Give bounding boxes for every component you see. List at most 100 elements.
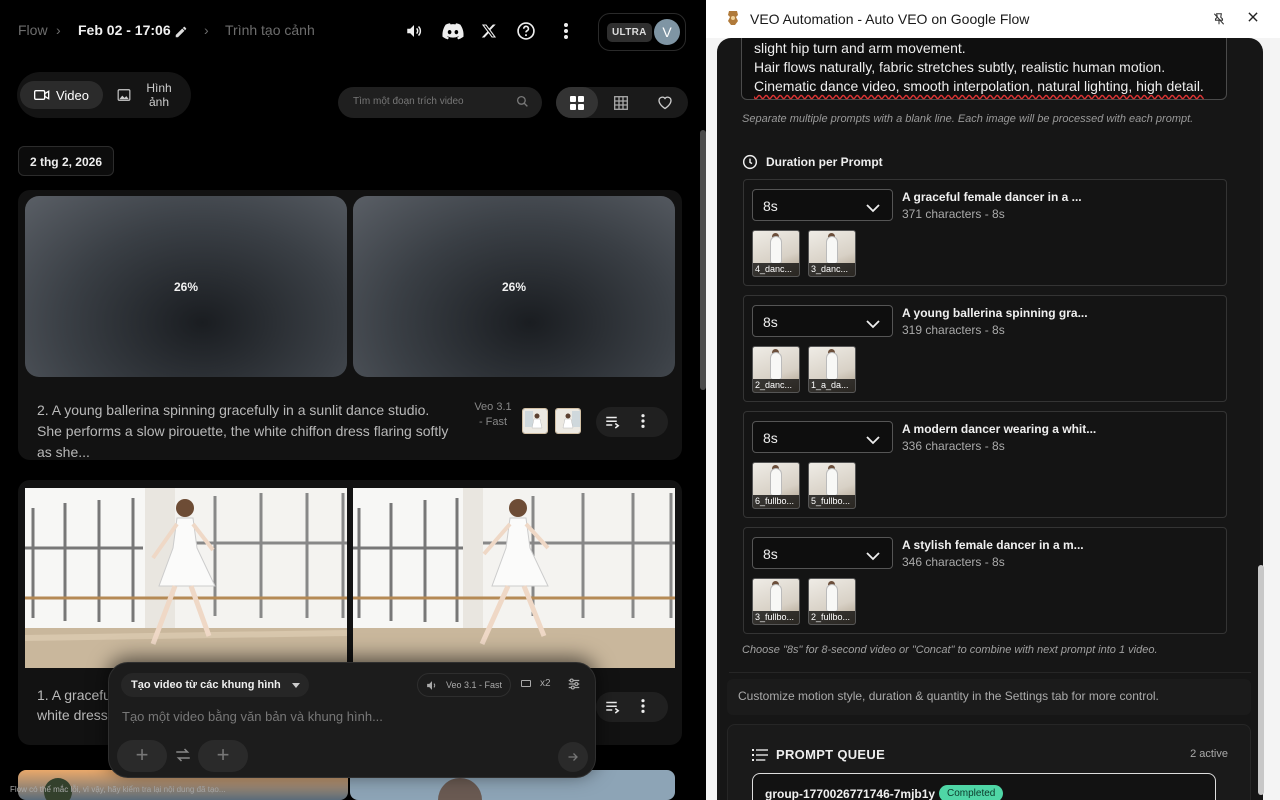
close-icon[interactable] — [1246, 10, 1260, 29]
more-vertical-icon[interactable] — [640, 698, 646, 719]
prompt-image-thumb[interactable]: 2_danc... — [752, 346, 800, 393]
add-start-frame-button[interactable]: + — [117, 740, 167, 772]
panel-titlebar: VEO Automation - Auto VEO on Google Flow — [706, 0, 1280, 38]
disclaimer-text: Flow có thể mắc lỗi, vì vậy, hãy kiểm tr… — [10, 785, 226, 794]
prompts-textarea[interactable]: slight hip turn and arm movement. Hair f… — [741, 38, 1227, 100]
duration-select[interactable]: 8s — [752, 305, 893, 337]
reuse-prompt-icon[interactable] — [604, 413, 622, 436]
card-prompt-text[interactable]: 2. A young ballerina spinning gracefully… — [37, 400, 457, 460]
caret-down-icon — [291, 683, 300, 688]
duration-hint: Choose "8s" for 8-second video or "Conca… — [742, 644, 1158, 656]
image-filename: 3_danc... — [809, 263, 855, 276]
tab-image[interactable]: Hình ảnh — [117, 79, 187, 111]
prompt-image-thumb[interactable]: 6_fullbo... — [752, 462, 800, 509]
unpin-icon[interactable] — [1212, 11, 1226, 32]
prompt-image-thumb[interactable]: 2_fullbo... — [808, 578, 856, 625]
clip-search[interactable]: Tìm một đoạn trích video — [338, 87, 542, 118]
prompt-meta: 319 characters - 8s — [902, 323, 1005, 337]
chevron-right-icon: › — [56, 22, 61, 38]
edit-pencil-icon[interactable] — [170, 21, 192, 43]
prompts-hint: Separate multiple prompts with a blank l… — [742, 113, 1194, 125]
duration-select[interactable]: 8s — [752, 421, 893, 453]
grid-large-view-button[interactable] — [556, 87, 598, 118]
video-result-tile[interactable] — [353, 488, 675, 668]
veo-automation-panel: VEO Automation - Auto VEO on Google Flow… — [706, 0, 1280, 800]
composer-input[interactable]: Tạo một video bằng văn bản và khung hình… — [122, 709, 383, 724]
search-icon[interactable] — [516, 95, 529, 113]
prompt-meta: 336 characters - 8s — [902, 439, 1005, 453]
prompt-image-thumb[interactable]: 3_fullbo... — [752, 578, 800, 625]
reference-frame-thumb[interactable] — [522, 408, 548, 434]
queue-heading-label: PROMPT QUEUE — [776, 747, 886, 762]
prompt-title: A modern dancer wearing a whit... — [902, 422, 1097, 436]
reference-frame-thumb[interactable] — [555, 408, 581, 434]
video-progress-tile[interactable]: 26% — [25, 196, 347, 377]
add-end-frame-button[interactable]: + — [198, 740, 248, 772]
chevron-down-icon — [866, 316, 880, 334]
grid-small-icon — [614, 95, 628, 110]
project-name[interactable]: Feb 02 - 17:06 — [78, 22, 171, 38]
more-vertical-icon[interactable] — [640, 413, 646, 434]
send-button[interactable] — [558, 742, 588, 772]
model-selector[interactable]: Veo 3.1 - Fast — [417, 673, 511, 697]
settings-sliders-icon[interactable] — [567, 677, 581, 696]
generation-mode-dropdown[interactable]: Tạo video từ các khung hình — [121, 673, 309, 697]
more-vertical-icon[interactable] — [555, 20, 577, 42]
aspect-ratio-icon[interactable] — [521, 680, 531, 687]
prompt-image-thumb[interactable]: 1_a_da... — [808, 346, 856, 393]
reuse-prompt-icon[interactable] — [604, 698, 622, 721]
breadcrumb-scene-builder[interactable]: Trình tạo cảnh — [225, 22, 315, 38]
panel-title: VEO Automation - Auto VEO on Google Flow — [750, 11, 1030, 27]
avatar[interactable]: V — [654, 19, 680, 45]
duration-heading: Duration per Prompt — [742, 154, 883, 170]
panel-scrollbar[interactable] — [1258, 565, 1264, 795]
prompt-duration-row: 8s A modern dancer wearing a whit... 336… — [743, 411, 1227, 518]
image-filename: 2_fullbo... — [809, 611, 855, 624]
prompt-image-thumb[interactable]: 5_fullbo... — [808, 462, 856, 509]
textarea-line: slight hip turn and arm movement. — [754, 40, 966, 56]
breadcrumb-flow[interactable]: Flow — [18, 22, 48, 38]
video-camera-icon — [33, 90, 50, 100]
discord-icon[interactable] — [442, 20, 464, 42]
flow-topbar: Flow › Feb 02 - 17:06 › Trình tạo cảnh U… — [0, 0, 706, 62]
plan-badge: ULTRA — [607, 23, 652, 42]
video-progress-tile[interactable]: 26% — [353, 196, 675, 377]
prompt-title: A young ballerina spinning gra... — [902, 306, 1088, 320]
panel-body: slight hip turn and arm movement. Hair f… — [717, 38, 1263, 800]
duration-select[interactable]: 8s — [752, 189, 893, 221]
search-input[interactable]: Tìm một đoạn trích video — [353, 96, 464, 107]
model-label: Veo 3.1 - Fast — [446, 680, 503, 690]
duration-value: 8s — [763, 430, 778, 446]
chevron-down-icon — [866, 432, 880, 450]
tab-image-label: Hình ảnh — [146, 81, 172, 109]
prompt-composer: Tạo video từ các khung hình Veo 3.1 - Fa… — [108, 662, 596, 778]
settings-hint: Customize motion style, duration & quant… — [727, 679, 1251, 715]
duration-select[interactable]: 8s — [752, 537, 893, 569]
tab-video[interactable]: Video — [20, 81, 103, 109]
generation-mode-label: Tạo video từ các khung hình — [131, 679, 281, 691]
video-card-generating: 26% 26% 2. A young ballerina spinning gr… — [18, 190, 682, 460]
video-result-tile[interactable] — [25, 488, 347, 668]
speaker-icon — [425, 678, 439, 700]
queue-heading: PROMPT QUEUE — [752, 747, 885, 762]
arrow-right-icon — [568, 753, 578, 761]
image-filename: 5_fullbo... — [809, 495, 855, 508]
chevron-down-icon — [866, 548, 880, 566]
x-twitter-icon[interactable] — [478, 20, 500, 42]
favorites-view-button[interactable] — [644, 87, 686, 118]
help-icon[interactable] — [515, 20, 537, 42]
textarea-line: Hair flows naturally, fabric stretches s… — [754, 59, 1166, 75]
grid-small-view-button[interactable] — [600, 87, 642, 118]
prompt-image-thumb[interactable]: 3_danc... — [808, 230, 856, 277]
output-count[interactable]: x2 — [540, 678, 551, 689]
speaker-icon[interactable] — [403, 20, 425, 42]
divider — [729, 672, 1251, 673]
queue-item[interactable]: group-1770026771746-7mjb1y Completed — [752, 773, 1216, 800]
swap-frames-icon[interactable] — [174, 747, 192, 768]
image-filename: 4_danc... — [753, 263, 799, 276]
prompt-duration-row: 8s A stylish female dancer in a m... 346… — [743, 527, 1227, 634]
clock-icon — [742, 154, 758, 170]
prompt-duration-row: 8s A graceful female dancer in a ... 371… — [743, 179, 1227, 286]
account-area[interactable]: ULTRA V — [598, 13, 686, 51]
prompt-image-thumb[interactable]: 4_danc... — [752, 230, 800, 277]
